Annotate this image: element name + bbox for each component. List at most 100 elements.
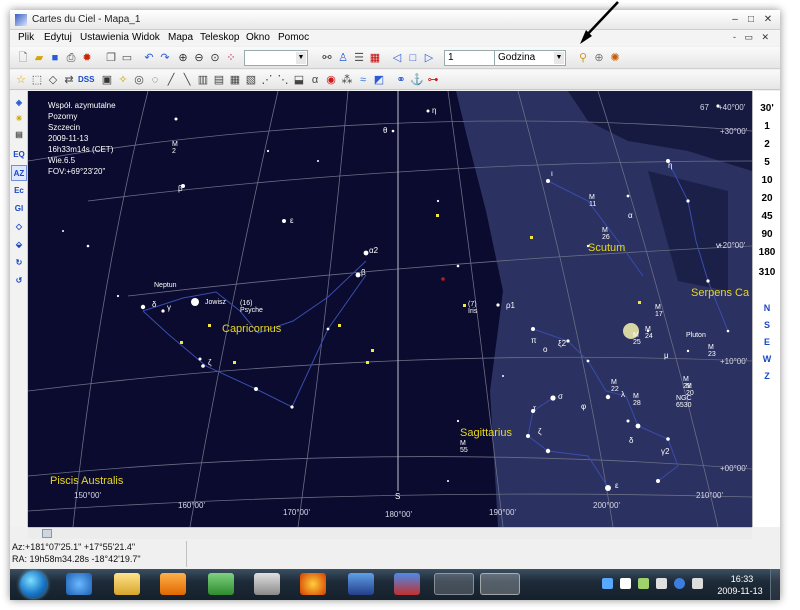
direction-s-button[interactable]: S xyxy=(753,320,780,330)
copy-icon[interactable]: ❐ xyxy=(104,51,118,65)
notification-tray-icon[interactable] xyxy=(620,578,631,589)
gpu-tool-icon[interactable] xyxy=(208,573,234,595)
maximize-button[interactable]: □ xyxy=(744,14,758,26)
object-label[interactable]: Neptun xyxy=(154,282,177,289)
open-folder-icon[interactable]: ▰ xyxy=(32,51,46,65)
gl-button[interactable]: Gl xyxy=(11,201,27,217)
columns-icon[interactable]: ▧ xyxy=(244,73,258,87)
center-icon[interactable]: ⁘ xyxy=(224,51,238,65)
grid-icon[interactable]: ▥ xyxy=(196,73,210,87)
fov-310-button[interactable]: 310 xyxy=(753,267,780,278)
direction-w-button[interactable]: W xyxy=(753,354,780,364)
object-label[interactable]: M 17 xyxy=(655,304,663,318)
fov-5-button[interactable]: 5 xyxy=(753,157,780,168)
lamp-icon[interactable]: ✧ xyxy=(116,73,130,87)
file-explorer-icon[interactable] xyxy=(114,573,140,595)
clock-time[interactable]: 16:33 xyxy=(722,574,762,584)
fov-20-button[interactable]: 20 xyxy=(753,193,780,204)
chevron-down-icon[interactable]: ▼ xyxy=(296,52,306,64)
object-label[interactable]: M 28 xyxy=(633,393,641,407)
print-icon[interactable]: ⎙ xyxy=(64,51,78,65)
time-step-input[interactable]: 1 xyxy=(444,50,496,66)
mdi-controls[interactable]: - ▭ ✕ xyxy=(733,32,772,43)
nebula-icon[interactable]: ◎ xyxy=(132,73,146,87)
menu-edytuj[interactable]: Edytuj xyxy=(44,32,72,43)
link-icon[interactable]: ⚭ xyxy=(394,73,408,87)
clock-date[interactable]: 2009-11-13 xyxy=(710,586,770,596)
fov-180-button[interactable]: 180 xyxy=(753,247,780,258)
object-label[interactable]: M 24 xyxy=(645,326,653,340)
az-button[interactable]: AZ xyxy=(11,165,27,181)
diagonal-icon[interactable]: ⋱ xyxy=(276,73,290,87)
anchor-icon[interactable]: ⚓ xyxy=(410,73,424,87)
flip-vertical-icon[interactable]: ⬙ xyxy=(11,237,27,253)
object-label[interactable]: M 23 xyxy=(708,344,716,358)
menu-teleskop[interactable]: Teleskop xyxy=(200,32,239,43)
zoom-in-icon[interactable]: ⊕ xyxy=(176,51,190,65)
object-label[interactable]: NGC 6530 xyxy=(676,395,692,409)
object-label[interactable]: (16) Psyche xyxy=(240,300,263,314)
planet-icon[interactable]: ⊶ xyxy=(426,73,440,87)
time-unit-select[interactable]: Godzina ▼ xyxy=(494,50,566,66)
internet-explorer-icon[interactable] xyxy=(66,573,92,595)
line-icon[interactable]: ╱ xyxy=(164,73,178,87)
windows-start-icon[interactable] xyxy=(20,571,47,598)
object-label[interactable]: M 55 xyxy=(460,440,468,454)
lasso-icon[interactable]: ◇ xyxy=(46,73,60,87)
fov-1-button[interactable]: 1 xyxy=(753,121,780,132)
browser-bird-icon[interactable] xyxy=(300,573,326,595)
sun-icon[interactable]: ☀ xyxy=(11,111,27,127)
time-back-icon[interactable]: ◁ xyxy=(390,51,404,65)
steam-icon[interactable] xyxy=(434,573,474,595)
minimize-button[interactable]: – xyxy=(728,14,742,26)
sky-chart[interactable]: Współ. azymutalne Pozorny Szczecin 2009-… xyxy=(28,91,752,527)
location-icon[interactable]: ♙ xyxy=(336,51,350,65)
flip-icon[interactable]: ⇄ xyxy=(62,73,76,87)
star-icon[interactable]: ☆ xyxy=(14,73,28,87)
menu-ustawienia[interactable]: Ustawienia xyxy=(80,32,129,43)
list-icon[interactable]: ☰ xyxy=(352,51,366,65)
direction-n-button[interactable]: N xyxy=(753,303,780,313)
rotate-ccw-icon[interactable]: ↺ xyxy=(11,273,27,289)
fov-90-button[interactable]: 90 xyxy=(753,229,780,240)
new-icon[interactable]: 🗋 xyxy=(16,51,30,65)
crosshair-icon[interactable]: ⊕ xyxy=(592,51,606,65)
menu-plik[interactable]: Plik xyxy=(18,32,34,43)
network-tray-icon[interactable] xyxy=(602,578,613,589)
update-tray-icon[interactable] xyxy=(674,578,685,589)
calendar-icon[interactable]: ▦ xyxy=(368,51,382,65)
object-label[interactable]: M 2 xyxy=(172,141,178,155)
menu-pomoc[interactable]: Pomoc xyxy=(278,32,309,43)
target-icon[interactable]: ◉ xyxy=(324,73,338,87)
boundary-icon[interactable]: ⬓ xyxy=(292,73,306,87)
settings-gear-icon[interactable]: ✹ xyxy=(80,51,94,65)
show-desktop-button[interactable] xyxy=(770,569,780,600)
alpha-icon[interactable]: α xyxy=(308,73,322,87)
table-icon[interactable]: ▤ xyxy=(212,73,226,87)
milky-way-icon[interactable]: ≈ xyxy=(356,73,370,87)
horizon-icon[interactable]: ◩ xyxy=(372,73,386,87)
ec-button[interactable]: Ec xyxy=(11,183,27,199)
signal-tray-icon[interactable] xyxy=(656,578,667,589)
horizontal-scrollbar[interactable] xyxy=(28,527,752,539)
object-label[interactable]: Pluton xyxy=(686,332,706,339)
fov-30-arcmin-button[interactable]: 30' xyxy=(753,103,780,114)
zoom-fit-icon[interactable]: ⊙ xyxy=(208,51,222,65)
object-label[interactable]: M 11 xyxy=(589,194,596,208)
mirror-icon[interactable]: ◇ xyxy=(11,219,27,235)
compass-icon[interactable]: ◈ xyxy=(11,95,27,111)
floppy-save-icon[interactable] xyxy=(348,573,374,595)
save-icon[interactable]: ■ xyxy=(48,51,62,65)
galaxy-icon[interactable]: ◌ xyxy=(148,73,162,87)
constellation-line-icon[interactable]: ⋰ xyxy=(260,73,274,87)
binoculars-icon[interactable]: ⚯ xyxy=(320,51,334,65)
menu-okno[interactable]: Okno xyxy=(246,32,270,43)
installer-icon[interactable] xyxy=(394,573,420,595)
time-now-icon[interactable]: □ xyxy=(406,51,420,65)
media-player-icon[interactable] xyxy=(160,573,186,595)
volume-tray-icon[interactable] xyxy=(692,578,703,589)
nodes-icon[interactable]: ⁂ xyxy=(340,73,354,87)
line2-icon[interactable]: ╲ xyxy=(180,73,194,87)
jupiter-marker[interactable] xyxy=(191,298,199,306)
object-label[interactable]: M 25 xyxy=(633,332,641,346)
